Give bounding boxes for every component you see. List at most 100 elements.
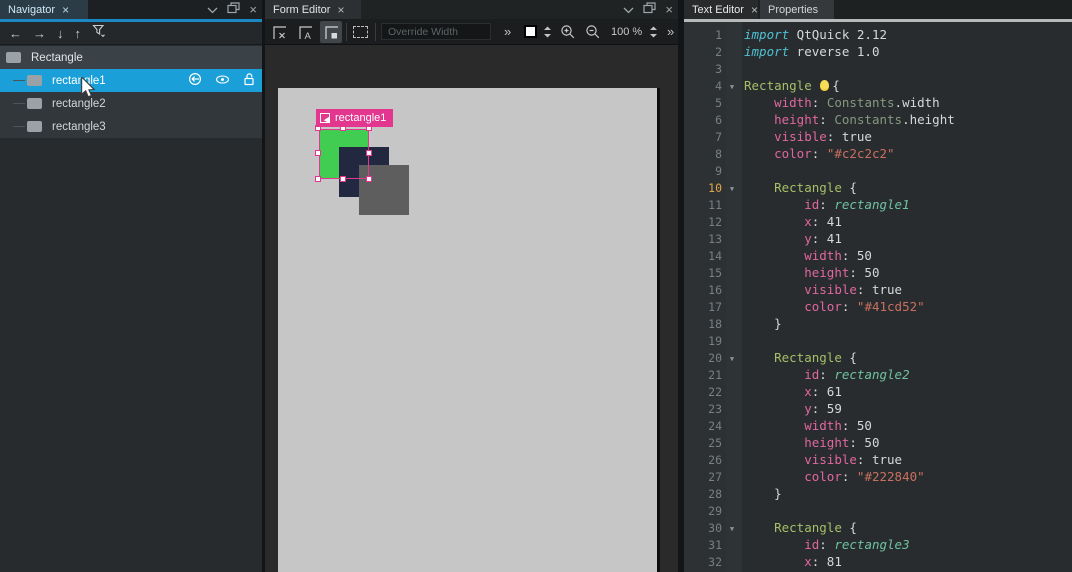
- code-line-25[interactable]: 25 height: 50: [684, 434, 1072, 451]
- move-up-icon[interactable]: ↑: [75, 27, 82, 40]
- snap-without-anchors-icon[interactable]: [320, 21, 342, 43]
- code-line-24[interactable]: 24 width: 50: [684, 417, 1072, 434]
- tab-properties[interactable]: Properties: [760, 0, 834, 19]
- visibility-icon[interactable]: [215, 74, 230, 88]
- navigator-toolbar: ← → ↓ ↑: [0, 22, 262, 45]
- code-line-28[interactable]: 28 }: [684, 485, 1072, 502]
- code-line-19[interactable]: 19: [684, 332, 1072, 349]
- code-line-20[interactable]: 20▼ Rectangle {: [684, 349, 1072, 366]
- detach-window-icon[interactable]: [643, 1, 656, 19]
- code-line-30[interactable]: 30▼ Rectangle {: [684, 519, 1072, 536]
- line-number: 31: [684, 537, 722, 554]
- resize-handle[interactable]: [315, 150, 321, 156]
- code-line-22[interactable]: 22 x: 61: [684, 383, 1072, 400]
- line-number: 9: [684, 163, 722, 180]
- resize-handle[interactable]: [340, 176, 346, 182]
- code-text: Rectangle {: [742, 180, 857, 195]
- tab-properties-label: Properties: [768, 4, 818, 16]
- goto-component-icon[interactable]: [188, 72, 202, 89]
- toolbar-separator: [346, 23, 347, 41]
- filter-icon[interactable]: [92, 24, 107, 43]
- line-number: 22: [684, 384, 722, 401]
- chevron-down-icon[interactable]: [623, 1, 634, 19]
- code-line-13[interactable]: 13 y: 41: [684, 230, 1072, 247]
- forward-icon[interactable]: →: [33, 27, 46, 40]
- navigator-row-rectangle1[interactable]: rectangle1: [0, 69, 262, 92]
- code-line-11[interactable]: 11 id: rectangle1: [684, 196, 1072, 213]
- design-canvas[interactable]: rectangle1: [278, 88, 660, 572]
- navigator-row-rectangle2[interactable]: rectangle2: [0, 92, 262, 115]
- line-number: 3: [684, 61, 722, 78]
- line-number: 11: [684, 197, 722, 214]
- move-down-icon[interactable]: ↓: [57, 27, 64, 40]
- code-line-15[interactable]: 15 height: 50: [684, 264, 1072, 281]
- no-snapping-icon[interactable]: [268, 21, 290, 43]
- zoom-stepper[interactable]: [649, 25, 658, 44]
- code-text: height: Constants.height: [742, 112, 955, 127]
- code-line-1[interactable]: 1import QtQuick 2.12: [684, 26, 1072, 43]
- chevron-down-icon[interactable]: [207, 1, 218, 19]
- detach-window-icon[interactable]: [227, 1, 240, 19]
- color-stepper[interactable]: [543, 25, 552, 44]
- line-number: 15: [684, 265, 722, 282]
- close-icon[interactable]: ×: [665, 3, 673, 16]
- lightbulb-hint-icon[interactable]: [820, 80, 829, 91]
- code-line-8[interactable]: 8 color: "#c2c2c2": [684, 145, 1072, 162]
- fill-color-swatch[interactable]: [524, 25, 537, 38]
- code-line-21[interactable]: 21 id: rectangle2: [684, 366, 1072, 383]
- navigator-row-rectangle[interactable]: Rectangle: [0, 46, 262, 69]
- show-bounding-rectangles-icon[interactable]: [353, 26, 368, 38]
- close-icon[interactable]: ×: [249, 3, 257, 16]
- close-icon[interactable]: ×: [751, 4, 758, 16]
- line-number: 20: [684, 350, 722, 367]
- tab-navigator[interactable]: Navigator ×: [0, 0, 88, 19]
- line-number: 10: [684, 180, 722, 197]
- code-text: }: [742, 316, 782, 331]
- toolbar-separator: [375, 23, 376, 41]
- close-icon[interactable]: ×: [337, 4, 344, 16]
- code-editor[interactable]: 1import QtQuick 2.122import reverse 1.03…: [684, 22, 1072, 572]
- code-line-10[interactable]: 10▼ Rectangle {: [684, 179, 1072, 196]
- resize-handle[interactable]: [315, 176, 321, 182]
- code-line-6[interactable]: 6 height: Constants.height: [684, 111, 1072, 128]
- code-line-31[interactable]: 31 id: rectangle3: [684, 536, 1072, 553]
- line-number: 19: [684, 333, 722, 350]
- code-line-27[interactable]: 27 color: "#222840": [684, 468, 1072, 485]
- item-type-icon: [27, 121, 42, 132]
- line-number: 30: [684, 520, 722, 537]
- code-line-2[interactable]: 2import reverse 1.0: [684, 43, 1072, 60]
- toolbar-overflow-icon[interactable]: »: [504, 24, 511, 39]
- back-icon[interactable]: ←: [9, 27, 22, 40]
- line-number: 16: [684, 282, 722, 299]
- close-icon[interactable]: ×: [62, 4, 69, 16]
- code-line-26[interactable]: 26 visible: true: [684, 451, 1072, 468]
- snap-with-anchors-icon[interactable]: A: [294, 21, 316, 43]
- resize-handle[interactable]: [366, 150, 372, 156]
- toolbar-overflow-icon[interactable]: »: [667, 24, 674, 39]
- text-editor-panel: Text Editor × Properties 1import QtQuick…: [684, 0, 1072, 572]
- selection-label[interactable]: rectangle1: [316, 109, 393, 127]
- override-width-input[interactable]: [381, 23, 491, 40]
- code-line-32[interactable]: 32 x: 81: [684, 553, 1072, 570]
- code-line-17[interactable]: 17 color: "#41cd52": [684, 298, 1072, 315]
- code-line-5[interactable]: 5 width: Constants.width: [684, 94, 1072, 111]
- navigator-row-rectangle3[interactable]: rectangle3: [0, 115, 262, 138]
- code-line-4[interactable]: 4▼Rectangle {: [684, 77, 1072, 94]
- line-number: 32: [684, 554, 722, 571]
- tab-text-editor[interactable]: Text Editor ×: [684, 0, 758, 19]
- zoom-out-icon[interactable]: [585, 24, 601, 45]
- resize-handle[interactable]: [366, 176, 372, 182]
- code-line-12[interactable]: 12 x: 41: [684, 213, 1072, 230]
- code-line-3[interactable]: 3: [684, 60, 1072, 77]
- code-line-7[interactable]: 7 visible: true: [684, 128, 1072, 145]
- code-line-18[interactable]: 18 }: [684, 315, 1072, 332]
- code-line-23[interactable]: 23 y: 59: [684, 400, 1072, 417]
- code-line-14[interactable]: 14 width: 50: [684, 247, 1072, 264]
- code-text: y: 41: [742, 231, 842, 246]
- code-line-9[interactable]: 9: [684, 162, 1072, 179]
- tab-form-editor[interactable]: Form Editor ×: [265, 0, 361, 19]
- code-line-29[interactable]: 29: [684, 502, 1072, 519]
- code-line-16[interactable]: 16 visible: true: [684, 281, 1072, 298]
- unlock-icon[interactable]: [243, 72, 255, 89]
- zoom-in-icon[interactable]: [560, 24, 576, 45]
